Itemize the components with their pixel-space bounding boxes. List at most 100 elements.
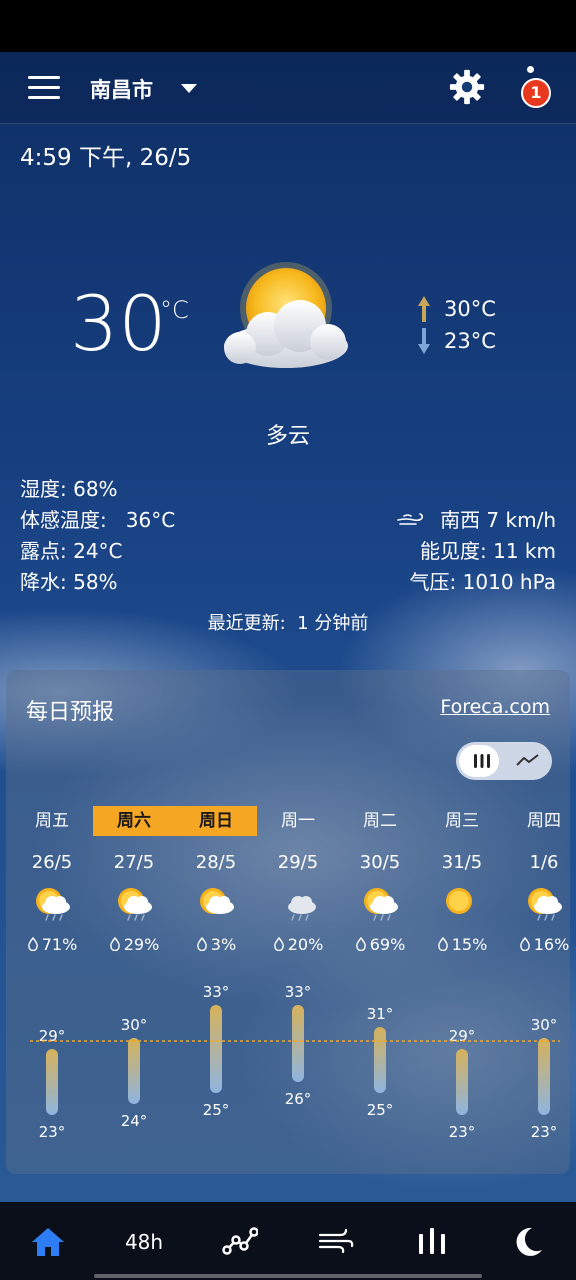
low-temp-label: 23°: [39, 1123, 66, 1141]
day-date: 1/6: [529, 852, 559, 873]
wind-icon: [318, 1228, 354, 1254]
nav-graph[interactable]: [192, 1202, 288, 1280]
day-column[interactable]: 周三 31/5 15%: [421, 806, 503, 954]
arrow-down-icon: [418, 328, 430, 354]
pressure: 气压: 1010 hPa: [409, 570, 556, 594]
nav-wind[interactable]: [288, 1202, 384, 1280]
graph-icon: [222, 1227, 258, 1255]
day-date: 30/5: [359, 852, 401, 873]
temp-range-bar: [292, 1005, 304, 1082]
raindrop-icon: [109, 936, 120, 952]
precip-chance: 69%: [339, 935, 421, 954]
high-temp-label: 30°: [121, 1016, 148, 1034]
visibility: 能见度: 11 km: [420, 539, 556, 563]
line-chart-icon[interactable]: [516, 752, 540, 768]
status-bar: [0, 0, 576, 52]
partly-cloudy-icon: [224, 262, 348, 368]
raindrop-icon: [355, 936, 366, 952]
wind: 南西 7 km/h: [440, 508, 556, 532]
day-column[interactable]: 周四 1/6 16%: [503, 806, 576, 954]
top-app-bar: 南昌市 1: [0, 52, 576, 124]
day-column[interactable]: 周一 29/5 20%: [257, 806, 339, 954]
temp-range-bar: [538, 1038, 550, 1115]
chevron-down-icon[interactable]: [181, 84, 197, 93]
precip-value: 16%: [533, 935, 570, 954]
high-temp-label: 33°: [285, 983, 312, 1001]
view-toggle[interactable]: [456, 742, 552, 780]
high-temp-label: 33°: [203, 983, 230, 1001]
day-column[interactable]: 周五 26/5 71%: [11, 806, 93, 954]
alerts-button[interactable]: 1: [518, 66, 554, 110]
alert-dot-icon: [527, 66, 534, 73]
low-temp-label: 25°: [203, 1101, 230, 1119]
sun-cloud-rain-icon: [118, 888, 152, 921]
temperature-range-chart: 29° 23° 30° 24° 33° 25° 33° 26° 31° 25° 29° 23° 30° 2…: [30, 983, 560, 1141]
alert-count-badge: 1: [521, 78, 551, 108]
home-icon: [32, 1228, 64, 1256]
sun-icon: [446, 888, 472, 914]
precip-chance: 16%: [503, 935, 576, 954]
precip-value: 20%: [287, 935, 324, 954]
day-column[interactable]: 周六 27/5 29%: [93, 806, 175, 954]
dew-point: 露点: 24°C: [20, 539, 123, 563]
raindrop-icon: [519, 936, 530, 952]
nav-moon[interactable]: [480, 1202, 576, 1280]
raindrop-icon: [196, 936, 207, 952]
source-link[interactable]: Foreca.com: [440, 696, 550, 718]
sun-cloud-icon: [200, 888, 234, 914]
day-name: 周三: [445, 811, 479, 831]
precip-value: 69%: [369, 935, 406, 954]
day-column[interactable]: 周二 30/5 69%: [339, 806, 421, 954]
humidity: 湿度: 68%: [20, 477, 118, 501]
temp-range-bar: [210, 1005, 222, 1093]
day-date: 28/5: [195, 852, 237, 873]
bar-chart-icon: [474, 754, 490, 768]
precip-chance: 15%: [421, 935, 503, 954]
precip-chance: 20%: [257, 935, 339, 954]
weather-condition: 多云: [265, 424, 310, 449]
high-temp-label: 29°: [449, 1027, 476, 1045]
day-date: 29/5: [277, 852, 319, 873]
temp-range-bar: [128, 1038, 140, 1104]
nav-hourly[interactable]: 48h: [96, 1202, 192, 1280]
day-name: 周四: [527, 811, 561, 831]
day-name: 周二: [363, 811, 397, 831]
feels-like: 体感温度: 36°C: [20, 508, 176, 532]
day-date: 26/5: [31, 852, 73, 873]
day-date: 31/5: [441, 852, 483, 873]
daily-forecast-title: 每日预报: [26, 700, 115, 725]
city-selector[interactable]: 南昌市: [90, 74, 153, 104]
high-temp-label: 31°: [367, 1005, 394, 1023]
last-updated: 最近更新: 1 分钟前: [207, 613, 369, 634]
sun-cloud-rain-icon: [36, 888, 70, 921]
nav-hourly-label: 48h: [124, 1230, 164, 1254]
low-temp-label: 23°: [449, 1123, 476, 1141]
precip-value: 71%: [41, 935, 78, 954]
low-temp-label: 24°: [121, 1112, 148, 1130]
day-name: 周五: [35, 811, 69, 831]
cloud-rain-icon: [288, 896, 316, 921]
menu-icon[interactable]: [28, 76, 60, 100]
temp-range-bar: [46, 1049, 58, 1115]
moon-icon: [516, 1227, 542, 1256]
current-temperature: 30: [70, 279, 167, 368]
precipitation: 降水: 58%: [20, 570, 118, 594]
bar-view-toggle[interactable]: [459, 745, 499, 777]
current-datetime: 4:59 下午, 26/5: [20, 145, 192, 171]
day-date: 27/5: [113, 852, 155, 873]
low-temp-label: 25°: [367, 1101, 394, 1119]
nav-home[interactable]: [0, 1202, 96, 1280]
day-name: 周日: [175, 806, 257, 836]
raindrop-icon: [273, 936, 284, 952]
bottom-navigation: 48h: [0, 1202, 576, 1280]
arrow-up-icon: [418, 296, 430, 322]
day-column[interactable]: 周日 28/5 3%: [175, 806, 257, 954]
gear-icon[interactable]: [448, 68, 486, 106]
bar-chart-icon: [419, 1228, 445, 1254]
high-temp-label: 29°: [39, 1027, 66, 1045]
low-temp-label: 23°: [531, 1123, 558, 1141]
nav-daily[interactable]: [384, 1202, 480, 1280]
precip-value: 15%: [451, 935, 488, 954]
low-temp-label: 26°: [285, 1090, 312, 1108]
wind-icon: [397, 513, 424, 525]
